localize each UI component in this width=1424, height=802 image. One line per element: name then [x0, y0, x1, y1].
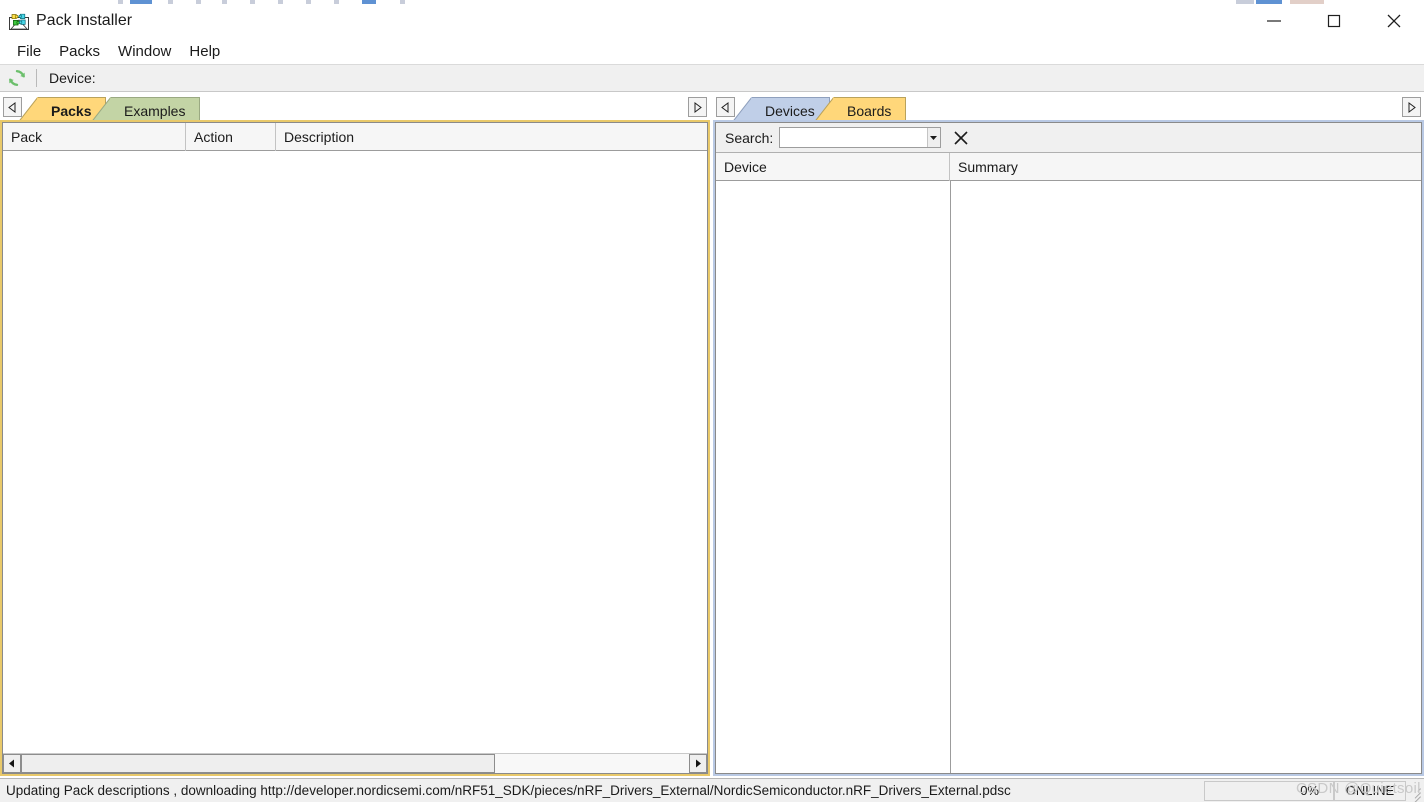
devices-table-header: Device Summary: [716, 152, 1421, 181]
tab-boards[interactable]: Boards: [813, 97, 907, 124]
tab-boards-label: Boards: [847, 102, 892, 119]
refresh-icon[interactable]: [0, 65, 34, 91]
scroll-left-button[interactable]: [3, 754, 21, 773]
menu-item-file[interactable]: File: [8, 41, 50, 62]
menu-bar: File Packs Window Help: [0, 38, 1424, 64]
tab-examples[interactable]: Examples: [90, 97, 201, 124]
clear-x-icon[interactable]: [951, 128, 971, 148]
scrollbar-track[interactable]: [21, 754, 689, 773]
right-tab-scroll-right-button[interactable]: [1402, 97, 1421, 117]
column-header-pack[interactable]: Pack: [3, 122, 186, 151]
column-header-action[interactable]: Action: [186, 122, 276, 151]
right-tabstrip: Devices Boards: [713, 94, 1424, 124]
menu-item-packs[interactable]: Packs: [50, 41, 109, 62]
resize-grip[interactable]: [1406, 781, 1424, 802]
status-message: Updating Pack descriptions , downloading…: [6, 783, 1011, 798]
tab-boards-slant: [813, 97, 834, 124]
search-combobox[interactable]: [779, 127, 942, 148]
menu-item-window[interactable]: Window: [109, 41, 180, 62]
toolbar-separator: [36, 69, 37, 87]
search-input[interactable]: [780, 128, 927, 147]
tab-packs-label: Packs: [51, 102, 92, 119]
window-controls: [1244, 4, 1424, 38]
column-header-device[interactable]: Device: [716, 152, 950, 181]
tab-examples-label: Examples: [124, 102, 186, 119]
left-tabstrip: Packs Examples: [0, 94, 710, 124]
tab-packs-slant: [17, 97, 38, 124]
devices-table-frame: Search: Device Summary: [715, 122, 1422, 774]
title-bar: Pack Installer: [0, 4, 1424, 38]
progress-indicator: 0%: [1204, 780, 1334, 801]
device-label: Device:: [49, 70, 96, 86]
window-title: Pack Installer: [36, 12, 133, 29]
packs-table-header: Pack Action Description: [3, 122, 707, 151]
left-tab-scroll-right-button[interactable]: [688, 97, 707, 117]
minimize-button[interactable]: [1244, 4, 1304, 38]
chevron-down-icon[interactable]: [926, 128, 941, 147]
packs-horizontal-scrollbar[interactable]: [3, 753, 707, 773]
devices-pane: Devices Boards Search: Device Summary: [713, 94, 1424, 776]
device-search-bar: Search:: [716, 123, 1421, 153]
close-button[interactable]: [1364, 4, 1424, 38]
scroll-right-button[interactable]: [689, 754, 707, 773]
packs-table-body[interactable]: [3, 151, 707, 773]
device-summary-column-divider[interactable]: [950, 181, 951, 773]
devices-table-body[interactable]: [716, 181, 1421, 773]
column-header-summary[interactable]: Summary: [950, 153, 1421, 181]
tab-examples-slant: [90, 97, 111, 124]
status-bar: Updating Pack descriptions , downloading…: [0, 778, 1424, 802]
packs-table-frame: Pack Action Description: [2, 122, 708, 774]
pack-installer-window: Pack Installer File Packs Window Help De…: [0, 0, 1424, 802]
maximize-button[interactable]: [1304, 4, 1364, 38]
pack-installer-icon: [9, 11, 29, 31]
packs-pane: Packs Examples Pack Action Description: [0, 94, 710, 776]
tab-devices-label: Devices: [765, 102, 815, 119]
column-header-description[interactable]: Description: [276, 123, 707, 151]
menu-item-help[interactable]: Help: [180, 41, 229, 62]
tab-devices-slant: [731, 97, 752, 124]
connection-status: ONLINE: [1334, 780, 1406, 801]
toolbar: Device:: [0, 64, 1424, 92]
scrollbar-thumb[interactable]: [21, 754, 496, 773]
search-label: Search:: [725, 129, 774, 146]
